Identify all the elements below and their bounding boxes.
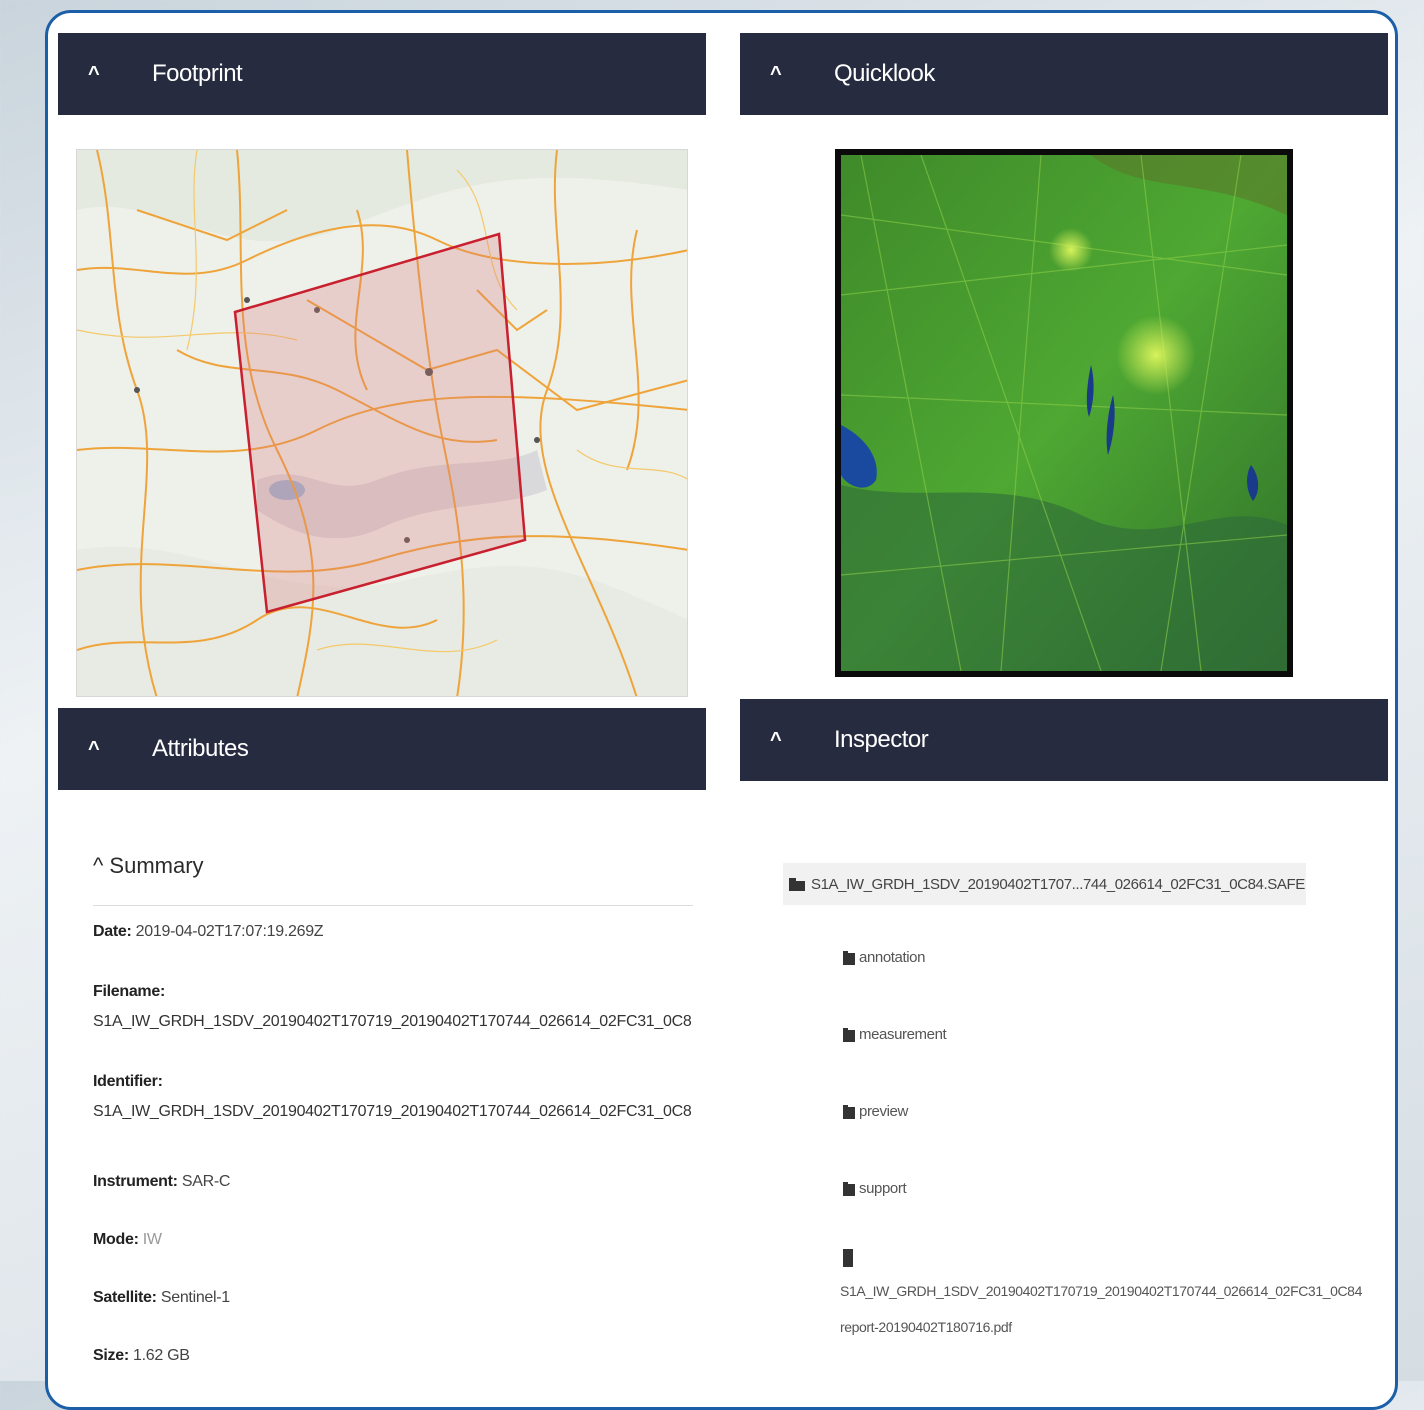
attr-value: IW (142, 1231, 162, 1248)
attr-identifier: Identifier: (93, 1073, 163, 1091)
footprint-map[interactable] (76, 149, 688, 697)
folder-icon (843, 1181, 855, 1196)
attr-label: Identifier: (93, 1073, 163, 1090)
tree-folder-measurement[interactable]: measurement (843, 1026, 947, 1043)
attr-mode: Mode: IW (93, 1231, 162, 1249)
inspector-root-folder[interactable]: S1A_IW_GRDH_1SDV_20190402T1707...744_026… (783, 863, 1306, 905)
footprint-map-svg (77, 150, 687, 696)
footprint-panel-header[interactable]: ^ Footprint (58, 33, 706, 115)
footprint-title: Footprint (152, 60, 243, 87)
attr-label: Size: (93, 1347, 129, 1364)
attr-satellite: Satellite: Sentinel-1 (93, 1289, 230, 1307)
attr-value: 2019-04-02T17:07:19.269Z (135, 923, 324, 940)
attr-value: 1.62 GB (133, 1347, 190, 1364)
tree-file-name-line2[interactable]: report-20190402T180716.pdf (840, 1319, 1012, 1335)
attr-date: Date: 2019-04-02T17:07:19.269Z (93, 923, 324, 941)
folder-icon (843, 1027, 855, 1042)
summary-heading[interactable]: ^ Summary (93, 853, 693, 906)
collapse-chevron-icon[interactable]: ^ (770, 729, 794, 752)
attr-instrument: Instrument: SAR-C (93, 1173, 230, 1191)
quicklook-image[interactable] (835, 149, 1293, 677)
quicklook-image-svg (840, 154, 1288, 672)
attr-value: Sentinel-1 (160, 1289, 230, 1306)
collapse-chevron-icon[interactable]: ^ (770, 63, 794, 86)
attr-value: SAR-C (181, 1173, 231, 1190)
tree-folder-preview[interactable]: preview (843, 1103, 908, 1120)
attr-identifier-value: S1A_IW_GRDH_1SDV_20190402T170719_2019040… (93, 1103, 692, 1120)
attr-filename-value: S1A_IW_GRDH_1SDV_20190402T170719_2019040… (93, 1013, 692, 1030)
attr-filename: Filename: (93, 983, 165, 1001)
folder-icon (843, 1104, 855, 1119)
product-details-frame: ^ Footprint ^ Quicklook ^ Attributes ^ S… (45, 10, 1398, 1410)
collapse-chevron-icon[interactable]: ^ (88, 63, 112, 86)
collapse-chevron-icon[interactable]: ^ (88, 738, 112, 761)
attr-label: Satellite: (93, 1289, 157, 1306)
tree-file-name-line1[interactable]: S1A_IW_GRDH_1SDV_20190402T170719_2019040… (840, 1283, 1362, 1299)
folder-label: annotation (859, 949, 926, 966)
tree-folder-annotation[interactable]: annotation (843, 949, 925, 966)
attr-label: Date: (93, 923, 132, 940)
root-folder-label: S1A_IW_GRDH_1SDV_20190402T1707...744_026… (811, 875, 1305, 893)
attributes-title: Attributes (152, 735, 249, 762)
quicklook-title: Quicklook (834, 60, 935, 87)
inspector-panel-header[interactable]: ^ Inspector (740, 699, 1388, 781)
attr-size: Size: 1.62 GB (93, 1347, 190, 1365)
tree-folder-support[interactable]: support (843, 1180, 907, 1197)
attributes-panel-header[interactable]: ^ Attributes (58, 708, 706, 790)
folder-label: preview (859, 1103, 908, 1120)
attr-label: Filename: (93, 983, 165, 1000)
folder-icon (843, 950, 855, 965)
file-icon (843, 1249, 853, 1267)
quicklook-panel-header[interactable]: ^ Quicklook (740, 33, 1388, 115)
inspector-title: Inspector (834, 726, 929, 753)
attr-label: Mode: (93, 1231, 139, 1248)
folder-open-icon (789, 877, 805, 891)
attr-label: Instrument: (93, 1173, 178, 1190)
folder-label: measurement (859, 1026, 947, 1043)
folder-label: support (859, 1180, 907, 1197)
